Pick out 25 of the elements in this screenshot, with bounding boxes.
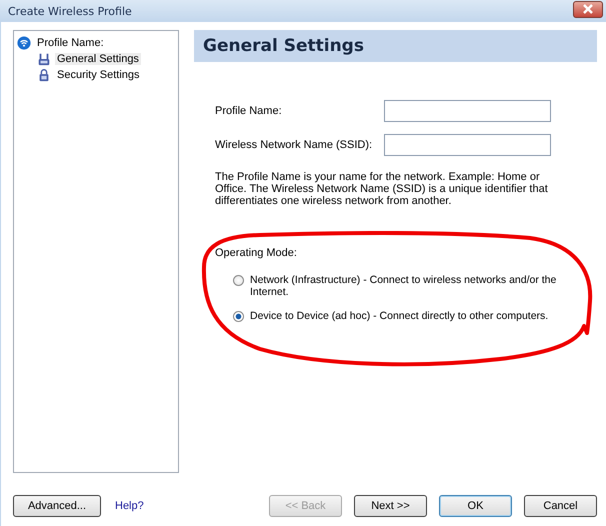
group-label: Operating Mode: — [215, 247, 298, 259]
advanced-button[interactable]: Advanced... — [13, 495, 101, 517]
section-header: General Settings — [194, 30, 597, 62]
description-text: The Profile Name is your name for the network. Example: Home or Office. The Wireless Network Name (SSID) is a unique identifier that differentiates one wireless network from another. — [214, 170, 549, 207]
window-title: Create Wireless Profile — [8, 4, 132, 18]
close-icon — [582, 4, 594, 14]
next-button[interactable]: Next >> — [354, 495, 427, 517]
tree-item[interactable]: Profile Name: — [35, 37, 106, 49]
radio-label[interactable]: Device to Device (ad hoc) - Connect directly to other computers. — [250, 310, 548, 322]
radio-button[interactable] — [233, 311, 244, 322]
field-label: Profile Name: — [215, 105, 282, 117]
text-field[interactable] — [384, 134, 551, 156]
ok-button[interactable]: OK — [439, 495, 512, 517]
antenna-icon — [37, 52, 51, 66]
text-field[interactable] — [384, 100, 551, 122]
tree-item[interactable]: Security Settings — [55, 69, 142, 81]
cancel-button[interactable]: Cancel — [524, 495, 597, 517]
lock-icon — [37, 68, 51, 82]
wireless-icon — [17, 36, 31, 50]
tree-item[interactable]: General Settings — [55, 53, 141, 65]
field-label: Wireless Network Name (SSID): — [215, 139, 372, 151]
radio-button[interactable] — [233, 275, 244, 286]
radio-label[interactable]: Network (Infrastructure) - Connect to wireless networks and/or the Internet. — [250, 274, 583, 298]
help-link[interactable]: Help? — [115, 500, 144, 512]
close-button[interactable] — [573, 0, 603, 18]
